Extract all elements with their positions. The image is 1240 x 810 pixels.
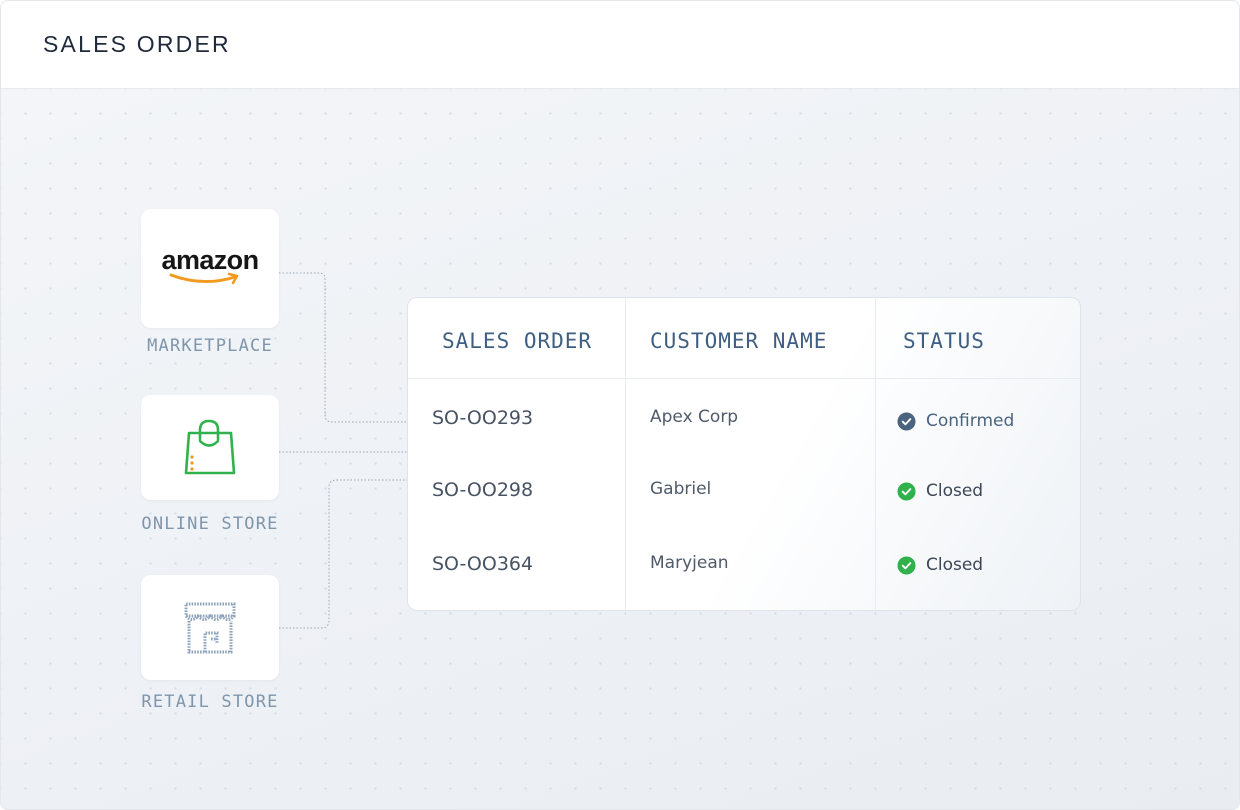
amazon-smile-icon [169,272,239,284]
status-badge: Closed [897,555,983,575]
column-header-status[interactable]: STATUS [903,329,985,353]
confirmed-check-icon [897,411,916,431]
status-text: Confirmed [926,411,1015,431]
customer-name-cell: Apex Corp [650,407,739,427]
closed-check-icon [897,555,916,575]
shopping-bag-icon [184,419,236,474]
column-header-sales-order[interactable]: SALES ORDER [442,329,592,353]
online-store-label: ONLINE STORE [141,514,279,534]
status-text: Closed [926,555,984,575]
column-divider [875,298,876,610]
column-divider [625,298,626,610]
marketplace-label: MARKETPLACE [147,336,273,356]
status-badge: Confirmed [897,411,1014,431]
order-id-cell[interactable]: SO-OO298 [432,479,533,501]
column-header-customer-name[interactable]: CUSTOMER NAME [650,329,827,353]
customer-name-cell: Gabriel [650,479,712,499]
status-text: Closed [926,481,984,501]
amazon-logo: amazon [155,245,265,289]
online-store-card[interactable] [141,395,279,500]
order-id-cell[interactable]: SO-OO293 [432,407,533,429]
retail-store-label: RETAIL STORE [141,692,279,712]
customer-name-cell: Maryjean [650,553,729,573]
status-badge: Closed [897,481,983,501]
sales-order-table: SALES ORDER CUSTOMER NAME STATUS SO-OO29… [407,297,1081,611]
sales-order-panel: SALES ORDER amazon MARKETPLACE ONLINE ST… [0,0,1240,810]
order-id-cell[interactable]: SO-OO364 [432,553,533,575]
marketplace-card[interactable]: amazon [141,209,279,328]
header-divider [408,378,1080,379]
storefront-icon [184,602,236,653]
retail-store-card[interactable] [141,575,279,680]
closed-check-icon [897,481,916,501]
